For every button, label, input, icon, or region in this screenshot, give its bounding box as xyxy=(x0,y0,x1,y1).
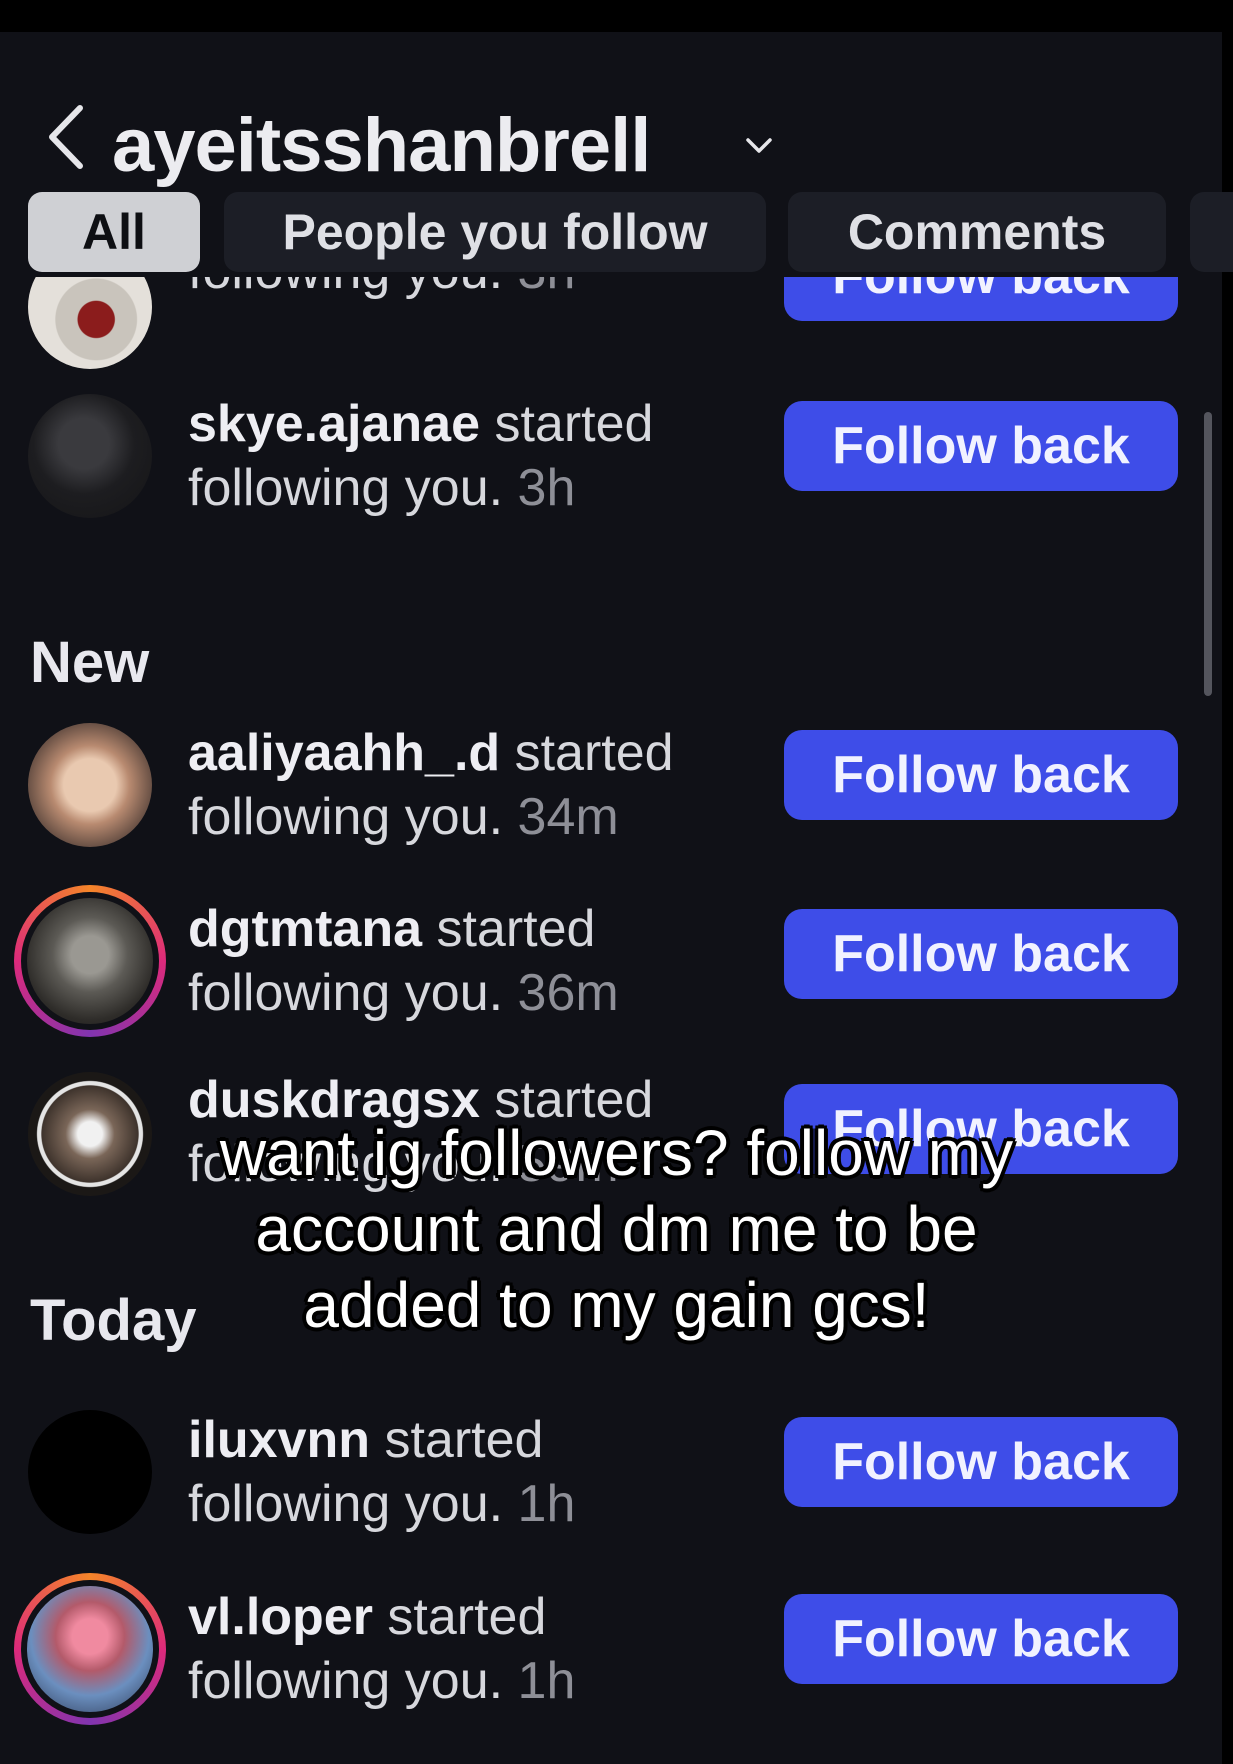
notification-text: iluxvnn started following you. 1h xyxy=(188,1411,576,1533)
section-header-new: New xyxy=(30,630,150,695)
notifications-screen: ayeitsshanbrell All People you follow Co… xyxy=(0,32,1233,1764)
notification-text: aaliyaahh_.d started following you. 34m xyxy=(188,724,674,846)
account-username[interactable]: ayeitsshanbrell xyxy=(112,108,651,184)
follow-back-button[interactable]: Follow back xyxy=(784,277,1178,321)
scrollbar[interactable] xyxy=(1204,412,1212,696)
notification-text: vl.loper started following you. 1h xyxy=(188,1588,576,1710)
follow-back-button[interactable]: Follow back xyxy=(784,1594,1178,1684)
avatar-with-story-ring[interactable] xyxy=(14,885,166,1037)
caption-line: added to my gain gcs! xyxy=(303,1269,930,1341)
chevron-left-icon[interactable] xyxy=(42,102,90,172)
caption-line: account and dm me to be xyxy=(255,1193,978,1265)
notification-text: dgtmtana started following you. 36m xyxy=(188,900,619,1022)
header: ayeitsshanbrell xyxy=(0,32,1222,208)
list-item[interactable]: skye.ajanae started following you. 3h Fo… xyxy=(0,392,1222,542)
avatar[interactable] xyxy=(28,277,152,369)
activity-list: following you. 3h Follow back skye.ajana… xyxy=(0,277,1222,1764)
avatar[interactable] xyxy=(28,1410,152,1534)
notification-text: following you. 3h xyxy=(188,277,575,303)
caption-line: want ig followers? follow my xyxy=(219,1117,1014,1189)
avatar[interactable] xyxy=(28,723,152,847)
list-item[interactable]: dgtmtana started following you. 36m Foll… xyxy=(0,885,1222,1047)
chevron-down-icon[interactable] xyxy=(745,136,773,156)
follow-back-button[interactable]: Follow back xyxy=(784,909,1178,999)
tab-more[interactable] xyxy=(1190,192,1233,272)
follow-back-button[interactable]: Follow back xyxy=(784,730,1178,820)
avatar[interactable] xyxy=(28,394,152,518)
avatar-with-story-ring[interactable] xyxy=(14,1573,166,1725)
list-item[interactable]: vl.loper started following you. 1h Follo… xyxy=(0,1573,1222,1735)
caption-overlay: want ig followers? follow my account and… xyxy=(0,1115,1233,1343)
tab-all[interactable]: All xyxy=(28,192,200,272)
tab-people-you-follow[interactable]: People you follow xyxy=(224,192,766,272)
list-item[interactable]: iluxvnn started following you. 1h Follow… xyxy=(0,1408,1222,1558)
notification-text: skye.ajanae started following you. 3h xyxy=(188,395,654,517)
filter-tabs: All People you follow Comments xyxy=(0,192,1233,284)
follow-back-button[interactable]: Follow back xyxy=(784,1417,1178,1507)
list-item[interactable]: aaliyaahh_.d started following you. 34m … xyxy=(0,721,1222,871)
list-item[interactable]: following you. 3h Follow back xyxy=(0,277,1222,369)
follow-back-button[interactable]: Follow back xyxy=(784,401,1178,491)
tab-comments[interactable]: Comments xyxy=(788,192,1166,272)
